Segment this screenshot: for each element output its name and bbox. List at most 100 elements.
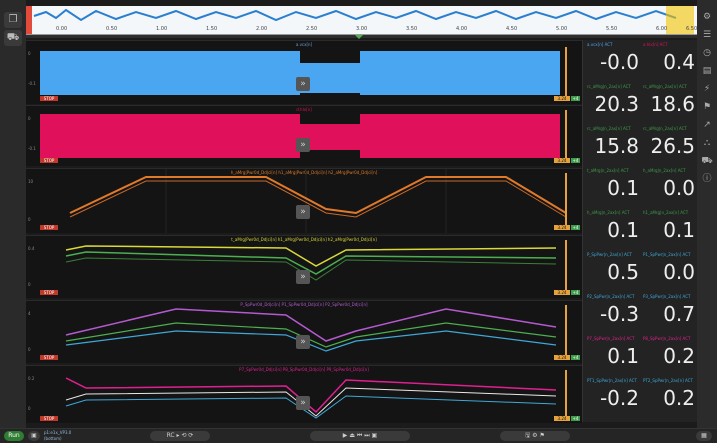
cursor-marker[interactable] [355,35,363,39]
overview-tick: 3.50 [406,26,418,32]
expand-button[interactable]: » [296,77,310,91]
info-icon[interactable]: ⓘ [700,172,714,186]
plot-panel-6[interactable]: P7_SpPwr0d_Dd|ci[n] P8_SpPwr0d_Dd|ci[n] … [26,365,582,423]
time-tag: 3.24 [554,225,570,230]
value-row: PT1_SpPwr|n_2ax[n] ACT PT2_SpPwr|n_2ax[n… [583,376,698,422]
overview-tick: 3.00 [356,26,368,32]
delta-tag: +4 [571,290,580,295]
start-tag: STOP [40,96,58,101]
delta-tag: +4 [571,416,580,421]
overview-tick: 2.00 [256,26,268,32]
overview-tick: 4.00 [456,26,468,32]
share-icon[interactable]: ↗ [700,118,714,132]
start-tag: STOP [40,355,58,360]
expand-button[interactable]: » [296,138,310,152]
overview-timeline[interactable]: 0.00 0.50 1.00 1.50 2.00 2.50 3.00 3.50 … [26,6,697,35]
value-row: a.vcx[n] ACT a.hlx[n] ACT -0.0 0.4 [583,40,698,82]
expand-button[interactable]: » [296,396,310,410]
lightning-icon[interactable]: ⚡ [700,82,714,96]
file-controls[interactable]: 🖫 ⚙ ⚑ [500,431,570,441]
delta-tag: +4 [571,158,580,163]
value-label: P8_SpPwr|n_2ax[n] ACT [643,336,691,341]
signal-trace-magenta [40,110,567,162]
layers-icon[interactable]: ❐ [4,12,22,28]
run-button[interactable]: Run [4,431,24,441]
edit-group[interactable]: RC ▸ ⟲ ⟳ [150,431,210,441]
value-readout: -0.3 [599,302,639,326]
car-icon[interactable]: ⛟ [4,30,22,46]
value-row: P2_SpPwr|n_2ax[n] ACT P3_SpPwr|n_2ax[n] … [583,292,698,334]
value-readout: 18.6 [650,92,695,116]
value-label: rc_aMrg|n_2ax[n] ACT [587,84,631,89]
start-tag: STOP [40,225,58,230]
value-label: rc_aMrg|n_2ax[n] ACT [643,84,687,89]
plot-area[interactable]: a.vcx[n] 0 -0.1 » STOP 3.24 +4 d.hlx[n] … [26,40,582,423]
plot-panel-4[interactable]: t_aMrg|Pwr0d_Dd|ci[n] h1_aMrg|Pwr0d_Dd|c… [26,235,582,298]
status-text: (bottom) [44,436,62,441]
value-label: P2_SpPwr|n_2ax[n] ACT [587,294,635,299]
signal-trace-pink [65,370,567,420]
value-readout: 0.1 [607,218,639,242]
gear-icon[interactable]: ⚙ [700,10,714,24]
value-row: P_SpPwr|n_2ax[n] ACT P1_SpPwr|n_2ax[n] A… [583,250,698,292]
value-readout: 20.3 [594,92,639,116]
overview-tick: 5.00 [556,26,568,32]
value-label: P7_SpPwr|n_2ax[n] ACT [587,336,635,341]
playback-controls[interactable]: ▶ ⏏ ⏮ ⏭ ▣ [310,431,410,441]
plot-panel-2[interactable]: d.hlx[n] 0 -0.1 » STOP 3.24 +4 [26,105,582,166]
overview-tick: 6.50 [686,26,698,32]
expand-button[interactable]: » [296,335,310,349]
list-icon[interactable]: ☰ [700,28,714,42]
value-readout: -0.2 [599,386,639,410]
value-readout: 0.2 [663,386,695,410]
value-readout: 0.1 [607,344,639,368]
delta-tag: +4 [571,355,580,360]
car-icon[interactable]: ⛟ [700,154,714,168]
value-readout: 0.1 [607,176,639,200]
start-tag: STOP [40,158,58,163]
overview-tick: 1.00 [156,26,168,32]
value-label: h_aMrg|n_2ax[n] ACT [643,168,686,173]
value-row: P7_SpPwr|n_2ax[n] ACT P8_SpPwr|n_2ax[n] … [583,334,698,376]
value-label: PT1_SpPwr|n_2ax[n] ACT [587,378,637,383]
flag-icon[interactable]: ⚑ [700,100,714,114]
left-toolbar: ❐ ⛟ [0,0,26,442]
value-label: a.hlx[n] ACT [643,42,668,47]
clock-icon[interactable]: ◷ [700,46,714,60]
signal-trace-purple [65,305,567,359]
overview-tick: 5.50 [606,26,618,32]
delta-tag: +4 [571,225,580,230]
plot-panel-1[interactable]: a.vcx[n] 0 -0.1 » STOP 3.24 +4 [26,40,582,104]
panel-toggle-icon[interactable]: ▦ [696,431,712,441]
value-label: rc_aMrg|n_2ax[n] ACT [587,126,631,131]
expand-button[interactable]: » [296,270,310,284]
value-readout: 0.7 [663,302,695,326]
time-tag: 3.24 [554,96,570,101]
overview-tick: 6.00 [656,26,668,32]
delta-tag: +4 [571,96,580,101]
value-readout: 0.5 [607,260,639,284]
time-tag: 3.24 [554,355,570,360]
value-readout: 0.4 [663,50,695,74]
value-readout: 0.1 [663,218,695,242]
overview-tick: 2.50 [306,26,318,32]
mode-icon[interactable]: ▣ [28,431,40,441]
expand-button[interactable]: » [296,205,310,219]
signal-trace-blue [40,47,567,101]
time-tag: 3.24 [554,290,570,295]
value-readout: 0.0 [663,260,695,284]
network-icon[interactable]: ⛬ [700,136,714,150]
overview-tick: 1.50 [206,26,218,32]
overview-tick: 0.50 [106,26,118,32]
time-tag: 3.24 [554,416,570,421]
status-text: p1:e1x_VP3.0 [44,430,72,435]
plot-panel-3[interactable]: h_aMrg|Pwr0d_Dd|ci[n] h1_aMrg|Pwr0d_Dd|c… [26,168,582,233]
value-readout: 0.2 [663,344,695,368]
value-label: PT2_SpPwr|n_2ax[n] ACT [643,378,693,383]
value-label: rc_aMrg|n_2ax[n] ACT [643,126,687,131]
plot-panel-5[interactable]: P_SpPwr0d_Dd|ci[n] P1_SpPwr0d_Dd|ci[n] P… [26,300,582,363]
value-label: h1_aMrg|n_2ax[n] ACT [643,210,689,215]
value-readout: 0.0 [663,176,695,200]
overview-tick: 4.50 [506,26,518,32]
document-icon[interactable]: ▤ [700,64,714,78]
